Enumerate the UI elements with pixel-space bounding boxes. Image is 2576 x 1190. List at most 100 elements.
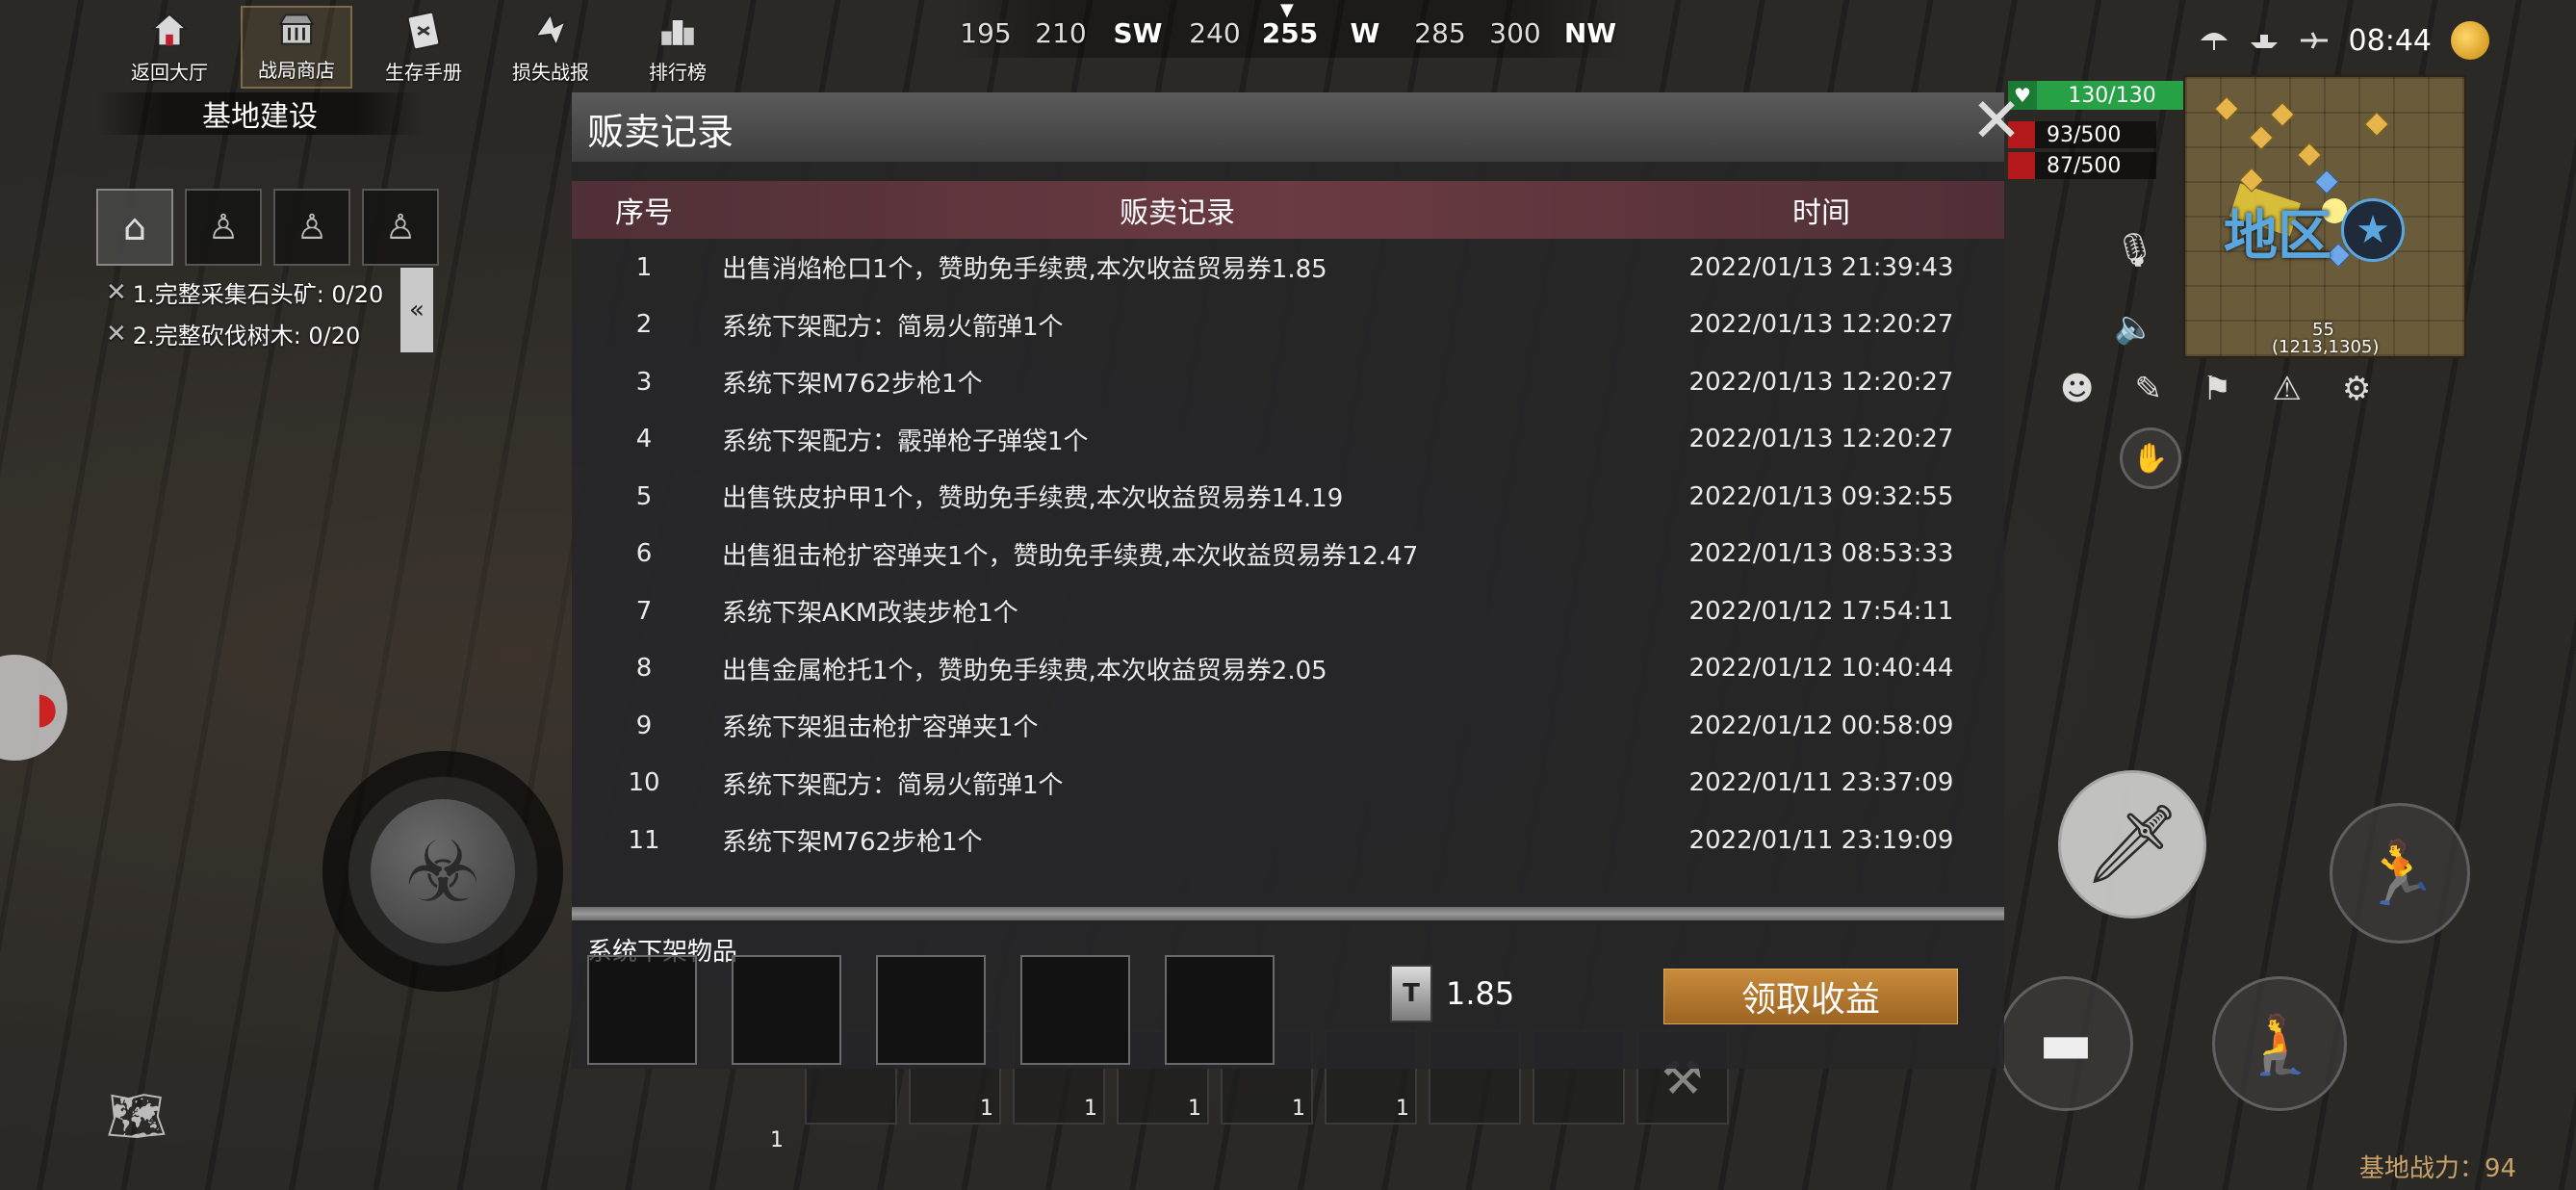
row-index: 3	[635, 367, 653, 397]
hunger-value: 93/500	[2047, 122, 2122, 147]
task-label: 1.完整采集石头矿: 0/20	[132, 281, 384, 308]
table-header: 序号 贩卖记录 时间	[572, 181, 2004, 239]
base-member-slot[interactable]: ♙	[362, 189, 439, 266]
removed-item-slot[interactable]	[1020, 955, 1130, 1065]
nav-lobby-button[interactable]: 返回大厅	[114, 6, 225, 89]
row-record: 系统下架AKM改装步枪1个	[722, 599, 1018, 629]
row-time: 2022/01/13 12:20:27	[1688, 367, 1954, 397]
table-row: 5 出售铁皮护甲1个，赞助免手续费,本次收益贸易券14.19 2022/01/13 …	[572, 468, 2004, 526]
cross-icon: ✕	[106, 319, 127, 349]
hand-icon: ✋	[2132, 441, 2169, 476]
column-header-index: 序号	[615, 196, 673, 230]
warning-icon[interactable]: ⚠	[2272, 370, 2301, 408]
table-row: 9 系统下架狙击枪扩容弹夹1个 2022/01/12 00:58:09	[572, 697, 2004, 755]
crouch-button[interactable]: 🧎	[2212, 976, 2347, 1111]
hotbar-page-badge: 1	[770, 1128, 784, 1152]
row-time: 2022/01/11 23:19:09	[1688, 825, 1954, 855]
row-record: 系统下架M762步枪1个	[722, 370, 983, 400]
task-item: ✕ 1.完整采集石头矿: 0/20	[106, 275, 383, 309]
slot-count: 1	[1396, 1097, 1409, 1121]
section-divider	[572, 907, 2004, 920]
base-building-title[interactable]: 基地建设	[96, 92, 424, 135]
base-member-slot[interactable]: ♙	[273, 189, 350, 266]
home-icon	[150, 13, 189, 47]
emote-button[interactable]: ◗	[0, 655, 67, 761]
knife-icon: 🗡	[2083, 799, 2181, 889]
close-icon: ✕	[1971, 86, 2022, 157]
removed-item-slot[interactable]	[876, 955, 986, 1065]
compass-tick: NW	[1563, 17, 1617, 49]
gear-icon[interactable]: ⚙	[2342, 370, 2371, 408]
gesture-button[interactable]: ✋	[2120, 427, 2181, 489]
row-record: 出售金属枪托1个，赞助免手续费,本次收益贸易券2.05	[722, 656, 1327, 686]
row-record: 系统下架M762步枪1个	[722, 828, 983, 858]
compass-tick: 195	[960, 17, 1012, 49]
prone-icon: ▬	[2038, 1010, 2094, 1077]
boat-icon	[2250, 35, 2278, 48]
ranking-icon	[660, 19, 695, 46]
removed-item-slot[interactable]	[732, 955, 841, 1065]
row-time: 2022/01/12 17:54:11	[1688, 596, 1954, 626]
slot-count: 1	[980, 1097, 993, 1121]
melee-attack-button[interactable]: 🗡	[2058, 770, 2206, 918]
speaker-icon[interactable]: 🔈	[2114, 308, 2154, 347]
report-icon	[533, 12, 568, 48]
voice-controls: 🎙 🔈	[2114, 231, 2155, 347]
tool-row: ☻ ✎ ⚑ ⚠ ⚙	[2060, 370, 2371, 408]
movement-joystick[interactable]: ☣	[322, 751, 563, 992]
map-button[interactable]: 🗺	[106, 1088, 193, 1165]
minimap-coordinates: (1213,1305)	[2272, 337, 2380, 357]
marker-icon[interactable]: ✎	[2134, 370, 2162, 408]
row-index: 5	[635, 481, 653, 511]
table-row: 6 出售狙击枪扩容弹夹1个，赞助免手续费,本次收益贸易券12.47 2022/01/…	[572, 526, 2004, 583]
home-add-icon: ⌂	[122, 206, 147, 248]
nav-shop-button[interactable]: 战局商店	[241, 6, 352, 89]
health-value: 130/130	[2068, 83, 2156, 108]
thirst-value: 87/500	[2047, 153, 2122, 178]
prone-button[interactable]: ▬	[1998, 976, 2133, 1111]
income-value: 1.85	[1446, 975, 1515, 1012]
add-person-icon: ♙	[384, 207, 417, 247]
task-item: ✕ 2.完整砍伐树木: 0/20	[106, 317, 383, 350]
table-row: 10 系统下架配方：简易火箭弹1个 2022/01/11 23:37:09	[572, 755, 2004, 813]
table-row: 3 系统下架M762步枪1个 2022/01/13 12:20:27	[572, 353, 2004, 411]
row-record: 出售狙击枪扩容弹夹1个，赞助免手续费,本次收益贸易券12.47	[722, 541, 1419, 571]
nav-report-button[interactable]: 损失战报	[495, 6, 606, 89]
row-time: 2022/01/12 10:40:44	[1688, 654, 1954, 684]
base-member-slot[interactable]: ♙	[185, 189, 262, 266]
nav-manual-button[interactable]: 生存手册	[368, 6, 479, 89]
row-index: 1	[635, 252, 653, 282]
nav-label: 返回大厅	[131, 61, 208, 84]
nav-ranking-button[interactable]: 排行榜	[622, 6, 734, 89]
minimap-zone-label: 地区	[2224, 205, 2331, 268]
row-index: 7	[635, 596, 653, 626]
shield-icon: ★	[2341, 198, 2405, 262]
crouch-icon: 🧎	[2243, 1010, 2316, 1078]
flag-icon[interactable]: ⚑	[2202, 370, 2231, 408]
compass-tick: 285	[1414, 17, 1466, 49]
slot-count: 1	[1292, 1097, 1305, 1121]
shop-icon	[278, 13, 315, 45]
manual-icon	[406, 11, 441, 51]
removed-item-slot[interactable]	[1165, 955, 1275, 1065]
removed-items-slots	[587, 955, 1275, 1065]
close-button[interactable]: ✕	[1960, 85, 2033, 158]
sun-icon	[2451, 21, 2489, 60]
row-index: 4	[635, 425, 653, 454]
removed-item-slot[interactable]	[587, 955, 697, 1065]
row-time: 2022/01/13 08:53:33	[1688, 539, 1954, 569]
compass-tick: W	[1350, 17, 1380, 49]
claim-income-button[interactable]: 领取收益	[1663, 969, 1958, 1024]
collapse-tasks-button[interactable]: «	[400, 268, 433, 352]
row-index: 2	[635, 310, 653, 340]
mask-icon[interactable]: ☻	[2060, 370, 2094, 408]
minimap[interactable]: 地区 ★ 55 (1213,1305)	[2183, 75, 2466, 358]
base-member-slots: ⌂ ♙ ♙ ♙	[96, 189, 439, 266]
task-label: 2.完整砍伐树木: 0/20	[132, 323, 361, 349]
base-home-slot[interactable]: ⌂	[96, 189, 173, 266]
row-index: 11	[628, 825, 660, 855]
jump-button[interactable]: 🏃	[2330, 803, 2470, 944]
nav-label: 损失战报	[512, 61, 589, 84]
record-list[interactable]: 1 出售消焰枪口1个，赞助免手续费,本次收益贸易券1.85 2022/01/13 2…	[572, 239, 2004, 907]
microphone-muted-icon[interactable]: 🎙	[2114, 231, 2155, 270]
